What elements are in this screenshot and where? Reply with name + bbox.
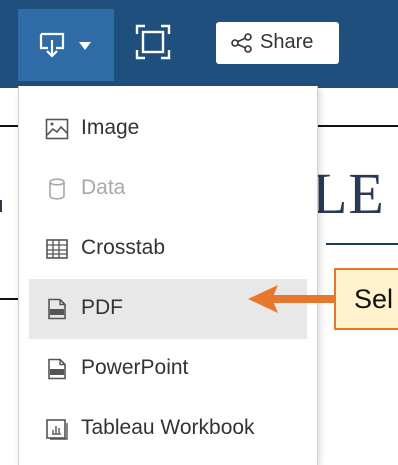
powerpoint-icon (48, 358, 66, 380)
table-icon (46, 239, 68, 259)
pdf-icon (48, 298, 66, 320)
fullscreen-icon[interactable] (133, 22, 173, 62)
menu-item-crosstab[interactable]: Crosstab (29, 219, 307, 279)
callout-box: Sel (334, 268, 398, 330)
download-button[interactable] (18, 9, 114, 81)
share-button[interactable]: Share (216, 22, 339, 64)
share-icon (231, 33, 252, 53)
download-icon (39, 32, 65, 58)
dashboard-title-fragment: LE (312, 161, 385, 226)
arrow-left-icon (248, 285, 278, 313)
toolbar: Share (0, 0, 398, 88)
image-icon (45, 118, 69, 140)
menu-label-image: Image (81, 116, 140, 139)
menu-item-tableau-workbook[interactable]: Tableau Workbook (29, 399, 307, 459)
workbook-icon (46, 419, 68, 440)
menu-label-tableau-workbook: Tableau Workbook (81, 416, 255, 439)
menu-label-crosstab: Crosstab (81, 236, 166, 259)
callout-text: Sel (354, 284, 394, 314)
menu-label-data: Data (81, 176, 126, 199)
menu-label-pdf: PDF (81, 296, 123, 319)
dashboard-decoration (0, 200, 8, 212)
menu-item-image[interactable]: Image (29, 99, 307, 159)
dashboard-underline (326, 243, 398, 245)
database-icon (49, 178, 65, 200)
download-menu: Image Data Crosstab PDF PowerPoint Table… (18, 86, 318, 465)
menu-label-powerpoint: PowerPoint (81, 356, 189, 379)
menu-item-data: Data (29, 159, 307, 219)
menu-item-powerpoint[interactable]: PowerPoint (29, 339, 307, 399)
chevron-down-icon (79, 42, 91, 50)
share-label: Share (260, 31, 314, 53)
dashboard-divider-left (0, 298, 20, 300)
